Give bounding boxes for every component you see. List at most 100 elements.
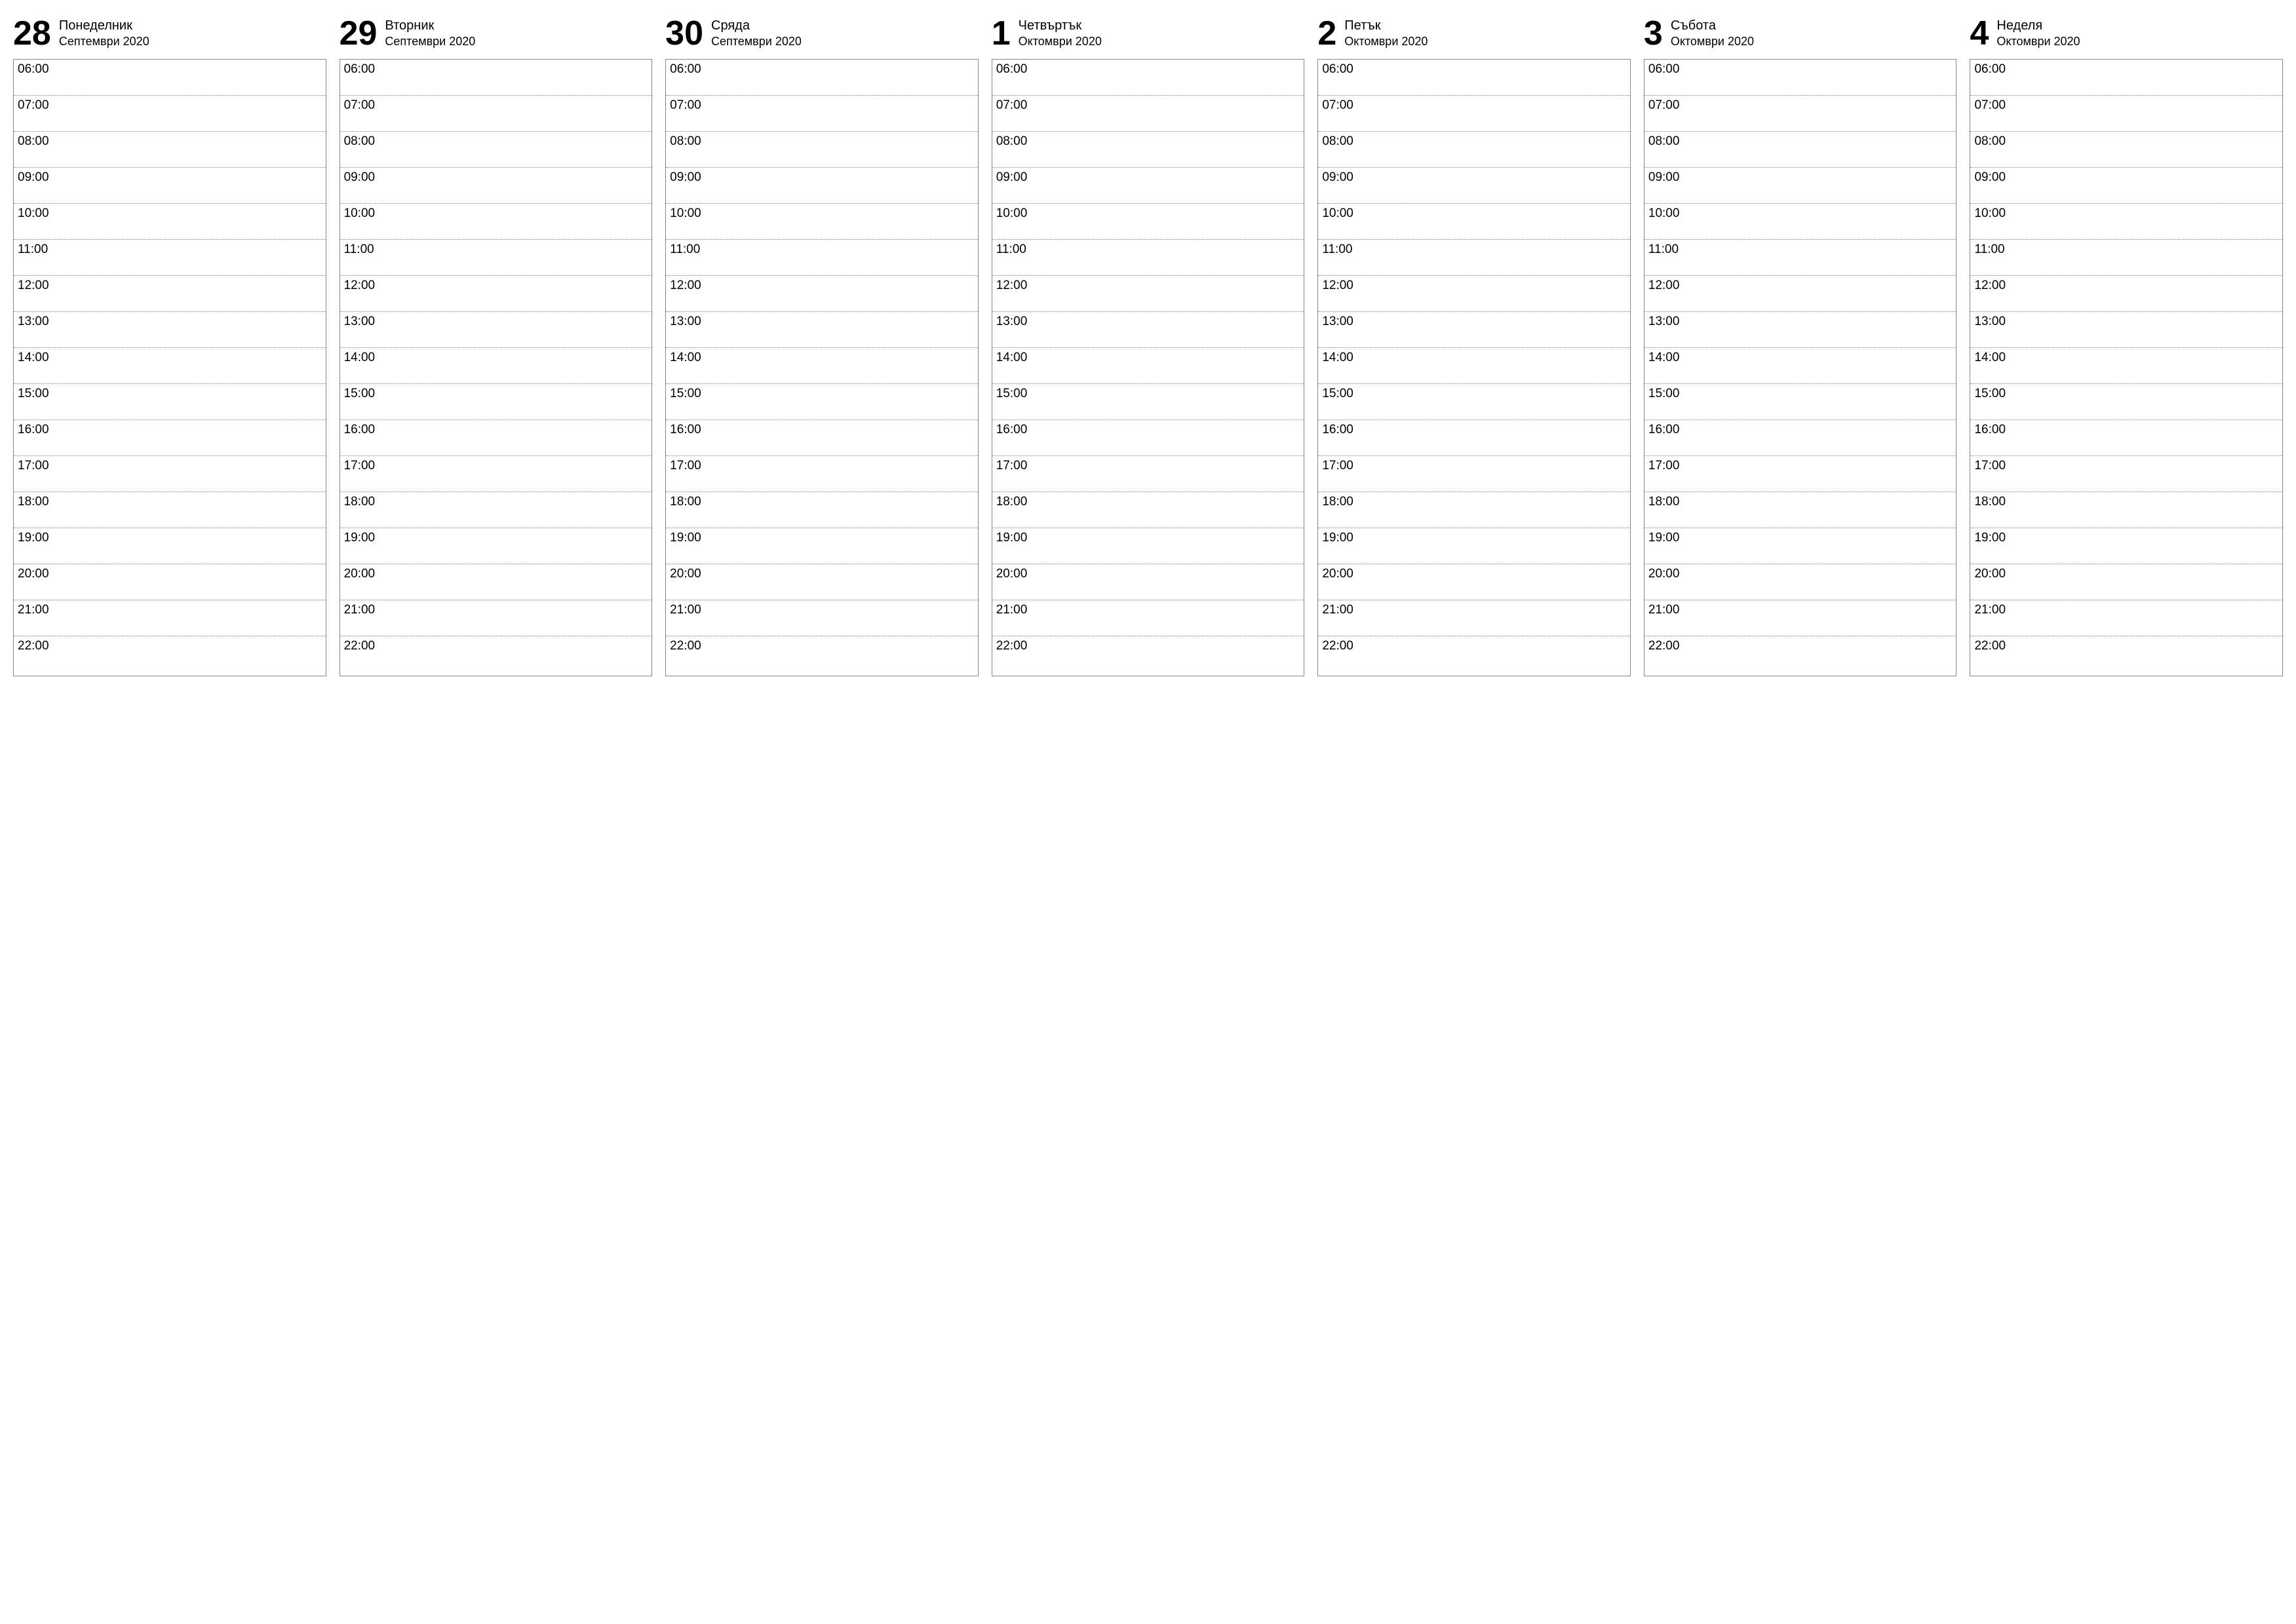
time-slot: 09:00	[666, 167, 978, 203]
time-slot: 19:00	[340, 528, 652, 564]
time-slot: 14:00	[1644, 347, 1956, 383]
time-slot: 18:00	[14, 492, 326, 528]
time-slot: 08:00	[1318, 131, 1630, 167]
time-slot: 13:00	[340, 311, 652, 347]
time-slot: 11:00	[1318, 239, 1630, 275]
time-slot: 14:00	[992, 347, 1304, 383]
weekly-calendar: 28ПонеделникСептември 202006:0007:0008:0…	[13, 13, 2283, 676]
time-slot: 13:00	[1318, 311, 1630, 347]
time-slot: 08:00	[992, 131, 1304, 167]
time-slots: 06:0007:0008:0009:0010:0011:0012:0013:00…	[1970, 59, 2283, 676]
time-slots: 06:0007:0008:0009:0010:0011:0012:0013:00…	[992, 59, 1305, 676]
time-slot: 16:00	[340, 419, 652, 455]
time-slot: 18:00	[666, 492, 978, 528]
time-slot: 20:00	[1318, 564, 1630, 600]
day-month-label: Октомври 2020	[1996, 35, 2080, 48]
time-slot: 07:00	[14, 95, 326, 131]
day-info: ВторникСептември 2020	[385, 18, 475, 48]
time-slot: 22:00	[1970, 636, 2282, 676]
time-slot: 19:00	[1644, 528, 1956, 564]
day-number: 1	[992, 16, 1011, 50]
day-column: 28ПонеделникСептември 202006:0007:0008:0…	[13, 13, 326, 676]
day-column: 30СрядаСептември 202006:0007:0008:0009:0…	[665, 13, 979, 676]
time-slot: 11:00	[1644, 239, 1956, 275]
time-slot: 22:00	[1318, 636, 1630, 676]
time-slot: 20:00	[14, 564, 326, 600]
time-slot: 16:00	[992, 419, 1304, 455]
time-slot: 12:00	[340, 275, 652, 311]
day-month-label: Септември 2020	[385, 35, 475, 48]
day-column: 29ВторникСептември 202006:0007:0008:0009…	[340, 13, 653, 676]
day-number: 2	[1317, 16, 1336, 50]
day-header: 29ВторникСептември 2020	[340, 13, 653, 59]
day-column: 3СъботаОктомври 202006:0007:0008:0009:00…	[1644, 13, 1957, 676]
day-number: 4	[1970, 16, 1989, 50]
time-slot: 12:00	[1318, 275, 1630, 311]
time-slot: 06:00	[340, 60, 652, 95]
time-slot: 09:00	[14, 167, 326, 203]
day-header: 1 Четвъртък Октомври 2020	[992, 13, 1305, 59]
time-slot: 16:00	[1318, 419, 1630, 455]
day-header: 2ПетъкОктомври 2020	[1317, 13, 1631, 59]
time-slot: 18:00	[992, 492, 1304, 528]
day-month-label: Октомври 2020	[1671, 35, 1754, 48]
time-slot: 21:00	[1318, 600, 1630, 636]
day-weekday-label: Понеделник	[59, 18, 149, 33]
day-weekday-label: Четвъртък	[1019, 18, 1102, 33]
time-slot: 18:00	[1970, 492, 2282, 528]
day-header: 30 Сряда Септември 2020	[665, 13, 979, 59]
day-header: 28ПонеделникСептември 2020	[13, 13, 326, 59]
time-slot: 09:00	[992, 167, 1304, 203]
time-slot: 09:00	[1644, 167, 1956, 203]
time-slot: 06:00	[1318, 60, 1630, 95]
time-slot: 15:00	[14, 383, 326, 419]
time-slot: 18:00	[1644, 492, 1956, 528]
time-slot: 12:00	[1644, 275, 1956, 311]
time-slot: 19:00	[992, 528, 1304, 564]
day-weekday-label: Неделя	[1996, 18, 2080, 33]
time-slot: 18:00	[340, 492, 652, 528]
day-number: 29	[340, 16, 378, 50]
time-slot: 11:00	[340, 239, 652, 275]
day-info: Неделя Октомври 2020	[1996, 18, 2080, 48]
time-slot: 15:00	[340, 383, 652, 419]
time-slot: 09:00	[1970, 167, 2282, 203]
day-info: ПонеделникСептември 2020	[59, 18, 149, 48]
time-slot: 13:00	[14, 311, 326, 347]
time-slot: 13:00	[666, 311, 978, 347]
time-slot: 21:00	[1970, 600, 2282, 636]
time-slot: 17:00	[1970, 455, 2282, 492]
time-slot: 21:00	[14, 600, 326, 636]
day-info: Четвъртък Октомври 2020	[1019, 18, 1102, 48]
time-slot: 19:00	[666, 528, 978, 564]
day-month-label: Септември 2020	[711, 35, 802, 48]
time-slot: 21:00	[1644, 600, 1956, 636]
time-slot: 06:00	[1644, 60, 1956, 95]
time-slot: 16:00	[14, 419, 326, 455]
time-slot: 11:00	[14, 239, 326, 275]
time-slot: 10:00	[1970, 203, 2282, 239]
time-slot: 14:00	[1970, 347, 2282, 383]
day-weekday-label: Сряда	[711, 18, 802, 33]
day-weekday-label: Събота	[1671, 18, 1754, 33]
time-slot: 20:00	[666, 564, 978, 600]
time-slot: 07:00	[1644, 95, 1956, 131]
time-slot: 10:00	[340, 203, 652, 239]
day-header: 3СъботаОктомври 2020	[1644, 13, 1957, 59]
day-number: 30	[665, 16, 703, 50]
time-slot: 11:00	[666, 239, 978, 275]
time-slot: 15:00	[1970, 383, 2282, 419]
time-slot: 10:00	[1318, 203, 1630, 239]
day-month-label: Октомври 2020	[1019, 35, 1102, 48]
time-slot: 14:00	[14, 347, 326, 383]
time-slot: 17:00	[666, 455, 978, 492]
time-slot: 20:00	[340, 564, 652, 600]
time-slot: 15:00	[992, 383, 1304, 419]
time-slot: 12:00	[1970, 275, 2282, 311]
time-slot: 19:00	[1970, 528, 2282, 564]
time-slot: 20:00	[1644, 564, 1956, 600]
day-weekday-label: Петък	[1344, 18, 1428, 33]
time-slot: 08:00	[14, 131, 326, 167]
day-column: 4 Неделя Октомври 2020 06:0007:0008:0009:00…	[1970, 13, 2283, 676]
time-slot: 10:00	[14, 203, 326, 239]
